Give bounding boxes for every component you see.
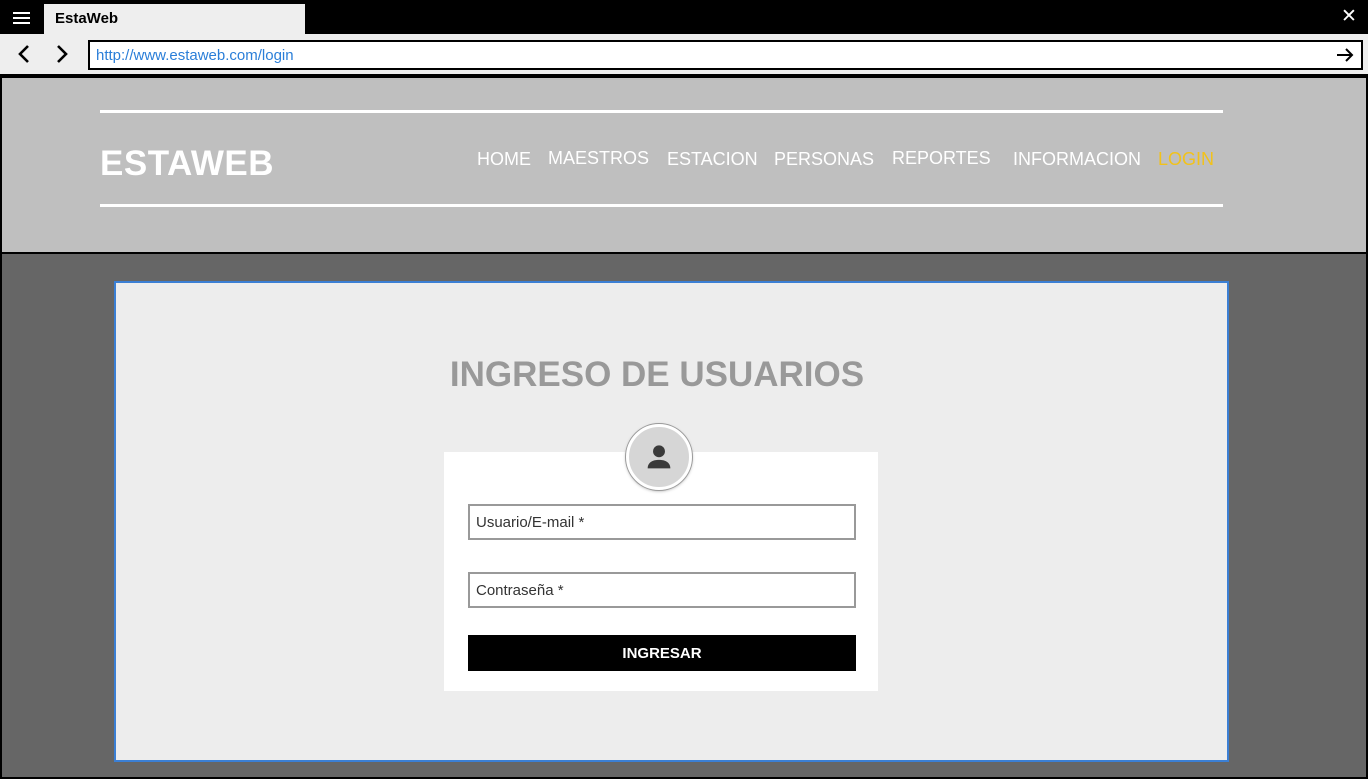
browser-tab[interactable]: EstaWeb [44,4,305,34]
chevron-right-icon[interactable] [49,42,73,66]
username-input[interactable] [468,504,856,540]
ingresar-button[interactable]: INGRESAR [468,635,856,671]
header-divider-bottom [100,204,1223,207]
login-title: INGRESO DE USUARIOS [449,355,865,394]
site-header: ESTAWEB HOME MAESTROS ESTACION PERSONAS … [0,78,1368,254]
tab-title: EstaWeb [55,10,119,27]
hamburger-menu-icon[interactable] [8,6,36,28]
arrow-right-icon[interactable] [1335,45,1355,65]
url-input[interactable] [96,44,1316,66]
site-logo[interactable]: ESTAWEB [100,144,274,184]
nav-maestros[interactable]: MAESTROS [548,148,649,169]
browser-titlebar: EstaWeb ✕ [0,0,1368,34]
close-icon[interactable]: ✕ [1338,5,1360,29]
page-body: INGRESO DE USUARIOS INGRESAR [0,254,1368,779]
login-card: INGRESO DE USUARIOS INGRESAR [114,281,1229,762]
chevron-left-icon[interactable] [13,42,37,66]
nav-reportes[interactable]: REPORTES [892,148,991,169]
nav-estacion[interactable]: ESTACION [667,149,758,170]
password-input[interactable] [468,572,856,608]
nav-informacion[interactable]: INFORMACION [1013,149,1141,170]
address-bar [0,34,1368,76]
nav-personas[interactable]: PERSONAS [774,149,874,170]
nav-home[interactable]: HOME [477,149,531,170]
nav-login[interactable]: LOGIN [1158,149,1214,170]
header-divider-top [100,110,1223,113]
user-icon [626,424,692,490]
url-box [88,40,1363,70]
